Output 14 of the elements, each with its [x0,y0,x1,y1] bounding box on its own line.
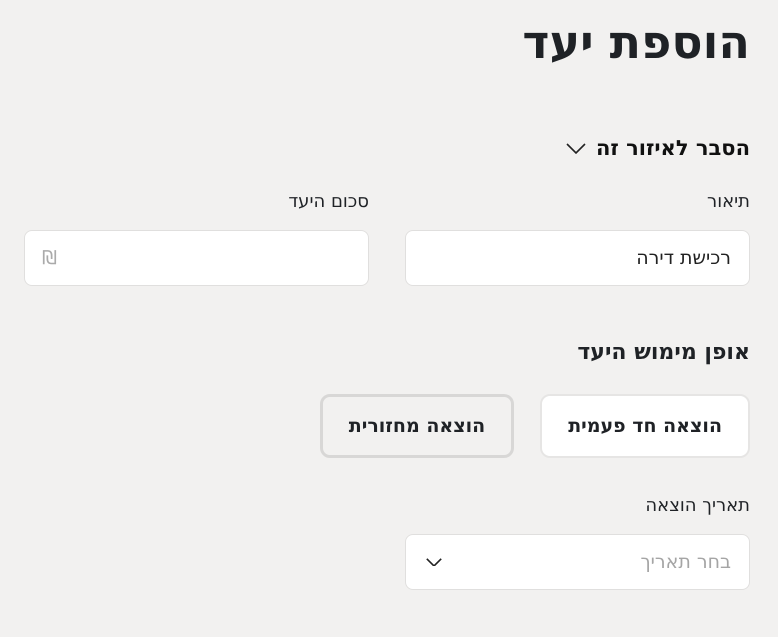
section-heading: אופן מימוש היעד [577,339,750,367]
chevron-down-icon [426,558,442,566]
page-title: הוספת יעד [522,14,750,70]
chevron-icon [566,142,586,154]
option-button[interactable]: הוצאה מחזורית [320,394,514,458]
explainer-toggle[interactable]: הסבר לאיזור זה [566,136,750,160]
field-label: סכום היעד [288,190,369,214]
option-button[interactable]: הוצאה חד פעמית [540,394,750,458]
field-label: תאריך הוצאה [645,494,750,518]
input-field[interactable] [24,230,369,286]
field-label: תיאור [707,190,750,214]
currency-symbol: ₪ [42,247,57,269]
select-placeholder: בחר תאריך [640,551,731,573]
input-field[interactable]: רכישת דירה [405,230,750,286]
